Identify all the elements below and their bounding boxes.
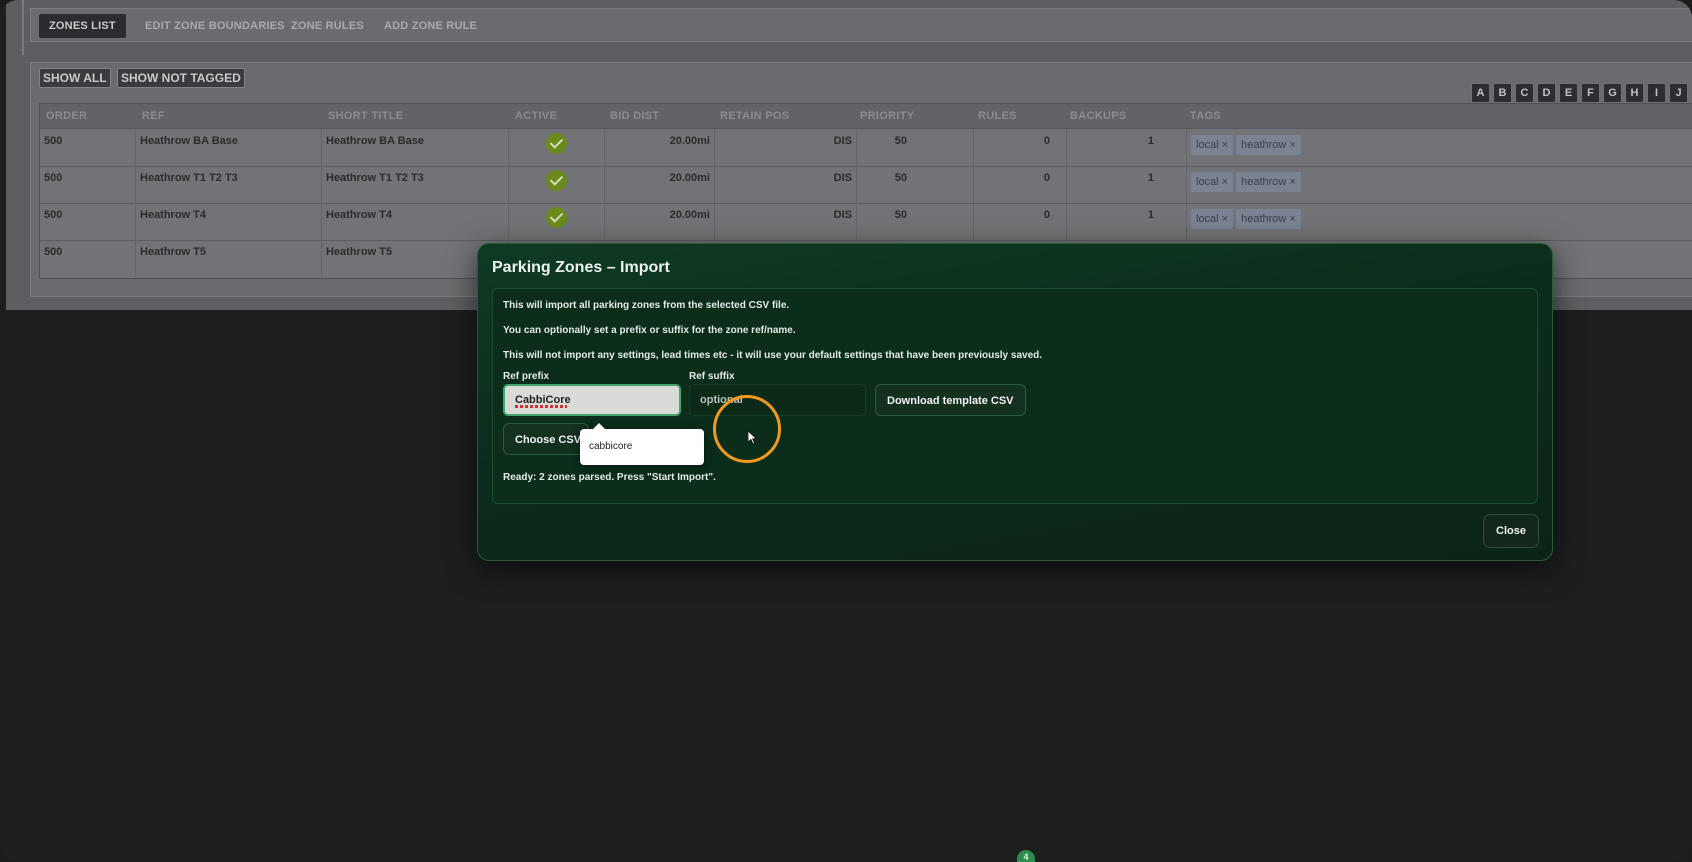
col-rules[interactable]: RULES (978, 104, 1017, 128)
cell-backups: 1 (1067, 166, 1187, 203)
tab-edit-zone-boundaries[interactable]: EDIT ZONE BOUNDARIES (135, 14, 295, 38)
autocomplete-suggestion[interactable]: cabbicore (580, 423, 704, 465)
download-template-button[interactable]: Download template CSV (875, 384, 1026, 416)
cell-tags: local × heathrow × (1187, 166, 1692, 203)
suffix-label: Ref suffix (689, 371, 735, 382)
tab-bar: ZONES LIST EDIT ZONE BOUNDARIES ZONE RUL… (30, 8, 1692, 42)
alpha-h[interactable]: H (1625, 83, 1644, 103)
spellcheck-underline (515, 405, 567, 408)
cell-bid-dist: 20.00mi (605, 129, 715, 166)
cell-active (509, 129, 605, 166)
modal-title: Parking Zones – Import (492, 259, 670, 276)
click-indicator (713, 395, 781, 463)
cell-bid-dist: 20.00mi (605, 166, 715, 203)
check-circle-icon (546, 207, 567, 228)
cell-retain-pos: DIS (715, 166, 857, 203)
cell-priority: 50 (857, 166, 974, 203)
col-active[interactable]: ACTIVE (515, 104, 557, 128)
tab-zone-rules[interactable]: ZONE RULES (281, 14, 374, 38)
cell-active (509, 166, 605, 203)
info-line: This will import all parking zones from … (503, 300, 790, 311)
cell-short-title: Heathrow BA Base (322, 129, 509, 166)
cell-retain-pos: DIS (715, 129, 857, 166)
col-bid-dist[interactable]: BID DIST (610, 104, 659, 128)
cell-short-title: Heathrow T1 T2 T3 (322, 166, 509, 203)
cell-rules: 0 (974, 203, 1067, 240)
close-button[interactable]: Close (1483, 514, 1539, 548)
ref-prefix-input[interactable] (503, 384, 681, 416)
cell-tags: local × heathrow × (1187, 203, 1692, 240)
cell-priority: 50 (857, 203, 974, 240)
cell-ref: Heathrow BA Base (136, 129, 322, 166)
tag-chip[interactable]: heathrow × (1236, 172, 1301, 192)
col-order[interactable]: ORDER (46, 104, 87, 128)
cell-bid-dist: 20.00mi (605, 203, 715, 240)
cell-backups: 1 (1067, 203, 1187, 240)
cell-ref: Heathrow T5 (136, 240, 322, 277)
cell-tags: local × heathrow × (1187, 129, 1692, 166)
alpha-c[interactable]: C (1515, 83, 1534, 103)
check-circle-icon (546, 170, 567, 191)
cell-rules: 0 (974, 166, 1067, 203)
cell-backups: 1 (1067, 129, 1187, 166)
table-header: ORDER REF SHORT TITLE ACTIVE BID DIST RE… (40, 104, 1692, 129)
cell-short-title: Heathrow T4 (322, 203, 509, 240)
check-circle-icon (546, 133, 567, 154)
cell-ref: Heathrow T4 (136, 203, 322, 240)
screen: ZONES LIST EDIT ZONE BOUNDARIES ZONE RUL… (0, 0, 1692, 862)
divider (22, 0, 24, 55)
cell-order: 500 (40, 166, 136, 203)
cell-ref: Heathrow T1 T2 T3 (136, 166, 322, 203)
tab-add-zone-rule[interactable]: ADD ZONE RULE (374, 14, 487, 38)
alpha-b[interactable]: B (1493, 83, 1512, 103)
notification-badge: 4 (1017, 850, 1035, 862)
col-tags[interactable]: TAGS (1190, 104, 1221, 128)
alpha-i[interactable]: I (1647, 83, 1666, 103)
show-not-tagged-button[interactable]: SHOW NOT TAGGED (117, 68, 245, 88)
col-retain-pos[interactable]: RETAIN POS (720, 104, 789, 128)
prefix-field-wrap (503, 384, 681, 416)
tag-chip[interactable]: local × (1191, 135, 1234, 155)
alpha-d[interactable]: D (1537, 83, 1556, 103)
ref-suffix-input[interactable] (689, 384, 866, 416)
info-line: This will not import any settings, lead … (503, 350, 1043, 361)
alpha-j[interactable]: J (1669, 83, 1688, 103)
status-text: Ready: 2 zones parsed. Press "Start Impo… (503, 472, 716, 483)
col-short-title[interactable]: SHORT TITLE (328, 104, 403, 128)
cell-active (509, 203, 605, 240)
choose-csv-button[interactable]: Choose CSV (503, 423, 589, 455)
alpha-a[interactable]: A (1471, 83, 1490, 103)
cell-order: 500 (40, 129, 136, 166)
prefix-label: Ref prefix (503, 371, 550, 382)
col-backups[interactable]: BACKUPS (1070, 104, 1127, 128)
col-priority[interactable]: PRIORITY (860, 104, 914, 128)
alpha-g[interactable]: G (1603, 83, 1622, 103)
tag-chip[interactable]: heathrow × (1236, 209, 1301, 229)
alpha-e[interactable]: E (1559, 83, 1578, 103)
tag-chip[interactable]: local × (1191, 209, 1234, 229)
cell-order: 500 (40, 240, 136, 277)
table-row[interactable]: 500 Heathrow BA Base Heathrow BA Base 20… (40, 129, 1692, 167)
col-ref[interactable]: REF (142, 104, 165, 128)
cell-priority: 50 (857, 129, 974, 166)
import-modal: Parking Zones – Import This will import … (477, 243, 1553, 561)
cell-rules: 0 (974, 129, 1067, 166)
show-all-button[interactable]: SHOW ALL (39, 68, 111, 88)
info-line: You can optionally set a prefix or suffi… (503, 325, 796, 336)
modal-body: This will import all parking zones from … (492, 288, 1538, 504)
cell-order: 500 (40, 203, 136, 240)
alpha-f[interactable]: F (1581, 83, 1600, 103)
table-row[interactable]: 500 Heathrow T4 Heathrow T4 20.00mi DIS … (40, 203, 1692, 241)
table-row[interactable]: 500 Heathrow T1 T2 T3 Heathrow T1 T2 T3 … (40, 166, 1692, 204)
tag-chip[interactable]: local × (1191, 172, 1234, 192)
cell-retain-pos: DIS (715, 203, 857, 240)
tab-zones-list[interactable]: ZONES LIST (39, 14, 126, 38)
tag-chip[interactable]: heathrow × (1236, 135, 1301, 155)
